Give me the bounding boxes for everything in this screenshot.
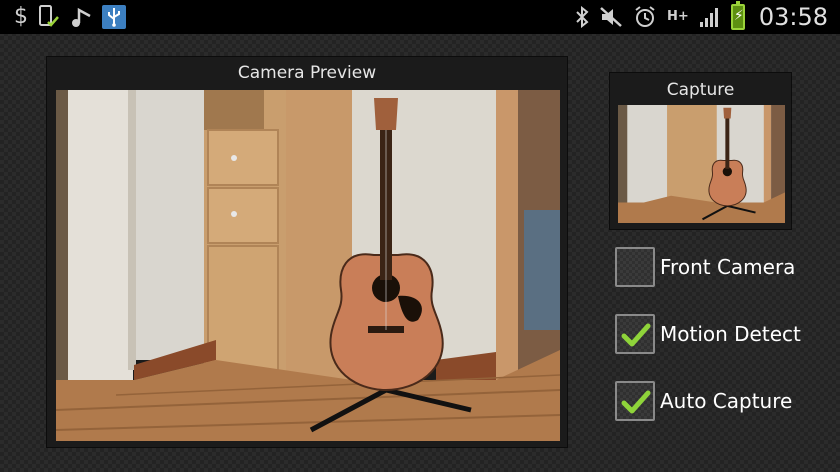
front-camera-label: Front Camera bbox=[660, 255, 796, 279]
music-note-icon bbox=[70, 6, 92, 28]
camera-preview-panel: Camera Preview bbox=[46, 56, 568, 448]
capture-scene-graphic bbox=[618, 105, 785, 223]
camera-preview-image[interactable] bbox=[56, 90, 560, 441]
auto-capture-label: Auto Capture bbox=[660, 389, 793, 413]
motion-detect-checkbox[interactable] bbox=[615, 314, 655, 354]
capture-thumbnail[interactable] bbox=[618, 105, 785, 223]
status-bar: $ H+ ⚡ 03:58 bbox=[0, 0, 840, 34]
alarm-icon bbox=[633, 5, 657, 29]
front-camera-checkbox[interactable] bbox=[615, 247, 655, 287]
motion-detect-label: Motion Detect bbox=[660, 322, 801, 346]
checkmark-icon bbox=[621, 323, 651, 347]
signal-icon bbox=[699, 6, 721, 28]
bluetooth-icon bbox=[575, 6, 589, 28]
capture-title: Capture bbox=[666, 80, 735, 100]
dollar-icon: $ bbox=[14, 4, 28, 29]
system-icons: H+ ⚡ 03:58 bbox=[575, 1, 828, 31]
guitar-scene-graphic bbox=[56, 90, 560, 441]
capture-panel: Capture bbox=[609, 72, 792, 230]
network-type-label: H+ bbox=[667, 9, 689, 24]
notification-icons: $ bbox=[14, 5, 126, 29]
motion-detect-option[interactable]: Motion Detect bbox=[615, 314, 801, 354]
mute-icon bbox=[599, 6, 623, 28]
checkmark-icon bbox=[621, 390, 651, 414]
front-camera-option[interactable]: Front Camera bbox=[615, 247, 795, 287]
data-hplus-icon: H+ bbox=[667, 9, 689, 24]
camera-preview-title: Camera Preview bbox=[237, 63, 377, 83]
auto-capture-checkbox[interactable] bbox=[615, 381, 655, 421]
auto-capture-option[interactable]: Auto Capture bbox=[615, 381, 792, 421]
usb-icon bbox=[102, 5, 126, 29]
phone-check-icon bbox=[38, 5, 60, 29]
clock: 03:58 bbox=[758, 3, 828, 31]
battery-charging-icon: ⚡ bbox=[730, 1, 745, 30]
